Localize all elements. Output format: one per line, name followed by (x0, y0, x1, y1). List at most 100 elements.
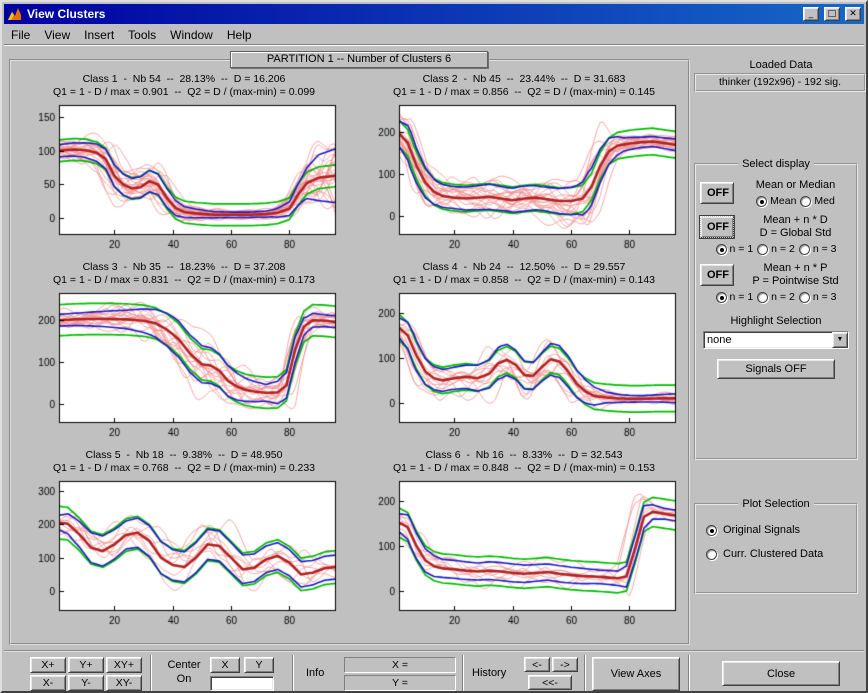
global-n1-radio[interactable]: n = 1 (715, 243, 753, 255)
original-signals-radio-icon[interactable] (706, 524, 717, 536)
cluster-plot-4: Class 4 - Nb 24 -- 12.50% -- D = 29.557 … (359, 261, 689, 440)
select-display-title: Select display (742, 158, 810, 170)
center-on-input[interactable] (210, 676, 274, 691)
pointwise-std-label2: P = Pointwise Std (752, 275, 839, 287)
right-panel: Loaded Data thinker (192x96) - 192 sig. … (692, 46, 866, 650)
window-title: View Clusters (27, 7, 106, 21)
clustered-data-radio-icon[interactable] (706, 548, 717, 560)
clustered-data-radio[interactable]: Curr. Clustered Data (706, 548, 852, 560)
global-std-off-button[interactable]: OFF (699, 215, 735, 239)
view-clusters-window: View Clusters _ □ ✕ File View Insert Too… (0, 0, 868, 693)
original-signals-label: Original Signals (723, 524, 801, 536)
pointwise-std-label1: Mean + n * P (763, 262, 828, 274)
cluster-plot-1: Class 1 - Nb 54 -- 28.13% -- D = 16.206 … (19, 73, 349, 252)
menu-window[interactable]: Window (163, 26, 220, 44)
pointwise-n3-radio[interactable]: n = 3 (798, 291, 837, 303)
plot6-axes[interactable] (363, 476, 685, 628)
center-x-button[interactable]: X (210, 657, 240, 673)
menu-insert[interactable]: Insert (77, 26, 121, 44)
mean-radio-label: Mean (770, 195, 797, 207)
mean-median-row: OFF Mean or Median Mean Med (700, 179, 852, 207)
pointwise-n3-label: n = 3 (812, 291, 837, 303)
chevron-down-icon[interactable]: ▼ (832, 332, 848, 348)
plot2-axes[interactable] (363, 100, 685, 252)
menu-help[interactable]: Help (220, 26, 259, 44)
global-n2-radio[interactable]: n = 2 (757, 243, 795, 255)
cluster-plot-3: Class 3 - Nb 35 -- 18.23% -- D = 37.208 … (19, 261, 349, 440)
maximize-button[interactable]: □ (823, 7, 840, 21)
pointwise-n3-radio-icon[interactable] (798, 291, 810, 303)
med-radio[interactable]: Med (800, 195, 835, 207)
history-forward-button[interactable]: -> (552, 657, 578, 672)
original-signals-radio[interactable]: Original Signals (706, 524, 852, 536)
dropdown-value: none (707, 334, 732, 346)
menu-file[interactable]: File (4, 26, 37, 44)
med-radio-icon[interactable] (800, 195, 812, 207)
menu-tools[interactable]: Tools (121, 26, 163, 44)
global-n3-radio[interactable]: n = 3 (798, 243, 837, 255)
partition-header: PARTITION 1 -- Number of Clusters 6 (230, 51, 488, 68)
select-display-group: Select display OFF Mean or Median Mean M… (694, 158, 858, 460)
pointwise-n2-radio[interactable]: n = 2 (757, 291, 795, 303)
history-fast-back-button[interactable]: <<- (528, 675, 572, 690)
global-n2-label: n = 2 (771, 243, 795, 255)
zoom-x-plus-button[interactable]: X+ (30, 657, 66, 673)
clustered-data-label: Curr. Clustered Data (723, 548, 824, 560)
pointwise-n2-label: n = 2 (771, 291, 795, 303)
mean-radio-icon[interactable] (756, 195, 768, 207)
plot1-quality: Q1 = 1 - D / max = 0.901 -- Q2 = D / (ma… (52, 86, 315, 98)
pointwise-std-row: OFF Mean + n * P P = Pointwise Std (700, 262, 852, 288)
signals-off-button[interactable]: Signals OFF (717, 359, 835, 379)
mean-off-button[interactable]: OFF (700, 182, 734, 204)
center-y-button[interactable]: Y (244, 657, 274, 673)
plot5-title: Class 5 - Nb 18 -- 9.38% -- D = 48.950 (85, 449, 283, 461)
cluster-plot-2: Class 2 - Nb 45 -- 23.44% -- D = 31.683 … (359, 73, 689, 252)
highlight-selection-dropdown[interactable]: none ▼ (703, 331, 849, 349)
view-axes-button[interactable]: View Axes (592, 657, 680, 691)
zoom-y-plus-button[interactable]: Y+ (68, 657, 104, 673)
history-label: History (472, 667, 507, 679)
plot4-quality: Q1 = 1 - D / max = 0.858 -- Q2 = D / (ma… (392, 274, 655, 286)
plot4-axes[interactable] (363, 288, 685, 440)
plot5-quality: Q1 = 1 - D / max = 0.768 -- Q2 = D / (ma… (52, 462, 315, 474)
window-buttons: _ □ ✕ (801, 7, 861, 21)
zoom-xy-minus-button[interactable]: XY- (106, 675, 142, 691)
minimize-button[interactable]: _ (802, 7, 819, 21)
highlight-selection-label: Highlight Selection (730, 315, 822, 327)
zoom-xy-plus-button[interactable]: XY+ (106, 657, 142, 673)
plot4-title: Class 4 - Nb 24 -- 12.50% -- D = 29.557 (422, 261, 626, 273)
plot2-quality: Q1 = 1 - D / max = 0.856 -- Q2 = D / (ma… (392, 86, 655, 98)
toolbar-separator (584, 655, 586, 691)
global-n3-radio-icon[interactable] (798, 243, 810, 255)
plot5-axes[interactable] (23, 476, 345, 628)
plot2-title: Class 2 - Nb 45 -- 23.44% -- D = 31.683 (422, 73, 626, 85)
menu-view[interactable]: View (37, 26, 77, 44)
info-y-field: Y = (344, 675, 456, 691)
mean-median-label: Mean or Median (755, 179, 836, 191)
global-n1-radio-icon[interactable] (715, 243, 727, 255)
global-std-row: OFF Mean + n * D D = Global Std (699, 214, 852, 240)
plot1-axes[interactable] (23, 100, 345, 252)
plot3-axes[interactable] (23, 288, 345, 440)
history-back-button[interactable]: <- (524, 657, 550, 672)
toolbar-separator (688, 655, 690, 691)
plot-selection-group: Plot Selection Original Signals Curr. Cl… (694, 498, 858, 594)
bottom-toolbar: X+ Y+ XY+ X- Y- XY- Center On X Y Info X… (4, 650, 864, 691)
close-button[interactable]: Close (722, 661, 840, 686)
pointwise-n1-label: n = 1 (729, 291, 754, 303)
global-n2-radio-icon[interactable] (757, 243, 769, 255)
pointwise-n2-radio-icon[interactable] (757, 291, 769, 303)
zoom-y-minus-button[interactable]: Y- (68, 675, 104, 691)
global-n3-label: n = 3 (812, 243, 837, 255)
menu-bar: File View Insert Tools Window Help (4, 25, 864, 45)
pointwise-n1-radio-icon[interactable] (715, 291, 727, 303)
global-std-label2: D = Global Std (759, 227, 832, 239)
mean-radio[interactable]: Mean (756, 195, 796, 207)
pointwise-std-off-button[interactable]: OFF (700, 264, 734, 286)
figure-area: PARTITION 1 -- Number of Clusters 6 Clas… (4, 46, 866, 691)
pointwise-n1-radio[interactable]: n = 1 (715, 291, 754, 303)
toolbar-separator (462, 655, 464, 691)
plot6-quality: Q1 = 1 - D / max = 0.848 -- Q2 = D / (ma… (392, 462, 655, 474)
close-window-button[interactable]: ✕ (845, 7, 861, 21)
zoom-x-minus-button[interactable]: X- (30, 675, 66, 691)
